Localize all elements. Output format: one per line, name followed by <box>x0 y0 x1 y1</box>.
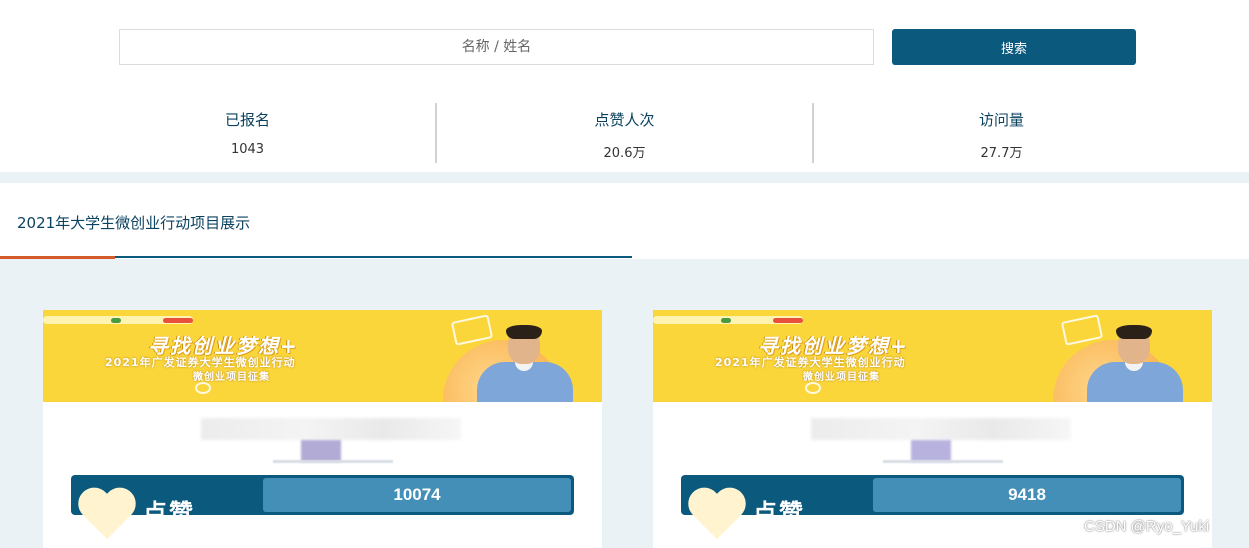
project-banner-image: 寻找创业梦想+ 2021年广发证券大学生微创业行动 微创业项目征集 <box>653 310 1212 402</box>
stat-value: 20.6万 <box>603 146 646 161</box>
banner-person-illustration <box>1081 325 1191 402</box>
stat-label: 访问量 <box>978 111 1024 129</box>
project-banner-image: 寻找创业梦想+ 2021年广发证券大学生微创业行动 微创业项目征集 <box>43 310 602 402</box>
search-row: 搜索 <box>0 29 1249 65</box>
divider-strip <box>0 172 1249 183</box>
stat-visits: 访问量 27.7万 <box>812 103 1189 163</box>
like-button-label[interactable]: 点赞 <box>143 493 195 528</box>
project-card[interactable]: 寻找创业梦想+ 2021年广发证券大学生微创业行动 微创业项目征集 点赞 100… <box>43 310 602 548</box>
like-button-label[interactable]: 点赞 <box>753 493 805 528</box>
banner-subtitle: 微创业项目征集 <box>803 372 880 383</box>
blurred-project-info <box>783 410 1083 470</box>
banner-decoration-ring <box>195 382 211 394</box>
project-card[interactable]: 寻找创业梦想+ 2021年广发证券大学生微创业行动 微创业项目征集 点赞 941… <box>653 310 1212 548</box>
stat-registered: 已报名 1043 <box>60 103 435 163</box>
section-header: 2021年大学生微创业行动项目展示 <box>0 183 1249 259</box>
heart-icon <box>77 489 137 545</box>
watermark: CSDN @Ryo_Yuki <box>1084 518 1210 535</box>
banner-logo-mark <box>111 318 121 323</box>
vote-count: 10074 <box>263 478 571 512</box>
banner-logo-mark <box>773 318 803 323</box>
stat-likes: 点赞人次 20.6万 <box>435 103 812 163</box>
stat-label: 已报名 <box>224 111 270 129</box>
vote-count: 9418 <box>873 478 1181 512</box>
stats-bar: 已报名 1043 点赞人次 20.6万 访问量 27.7万 <box>60 103 1189 163</box>
stat-value: 27.7万 <box>980 146 1023 161</box>
stat-value: 1043 <box>230 142 265 157</box>
vote-bar[interactable]: 点赞 9418 <box>681 475 1184 527</box>
tab-project-showcase[interactable]: 2021年大学生微创业行动项目展示 <box>17 212 250 233</box>
banner-logo-mark <box>163 318 193 323</box>
search-button[interactable]: 搜索 <box>892 29 1136 65</box>
stat-label: 点赞人次 <box>594 111 655 129</box>
banner-subtitle: 微创业项目征集 <box>193 372 270 383</box>
blurred-project-info <box>173 410 473 470</box>
banner-person-illustration <box>471 325 581 402</box>
banner-decoration-ring <box>805 382 821 394</box>
banner-logo-mark <box>721 318 731 323</box>
vote-bar[interactable]: 点赞 10074 <box>71 475 574 527</box>
search-input[interactable] <box>119 29 874 65</box>
heart-icon <box>687 489 747 545</box>
